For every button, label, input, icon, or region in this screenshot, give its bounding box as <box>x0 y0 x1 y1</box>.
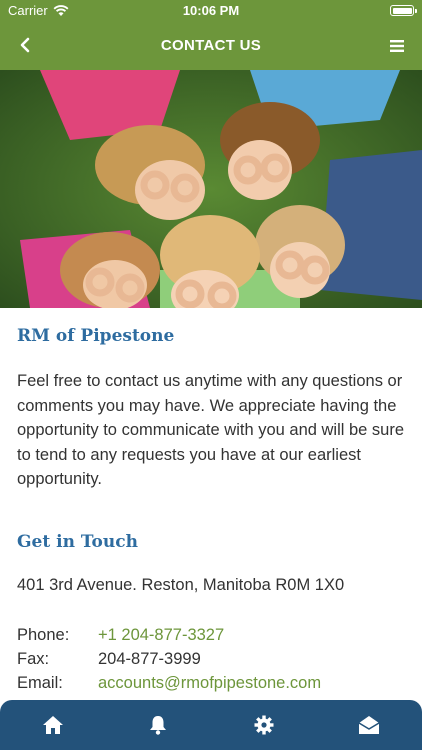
org-name-heading: RM of Pipestone <box>17 326 175 346</box>
hamburger-icon <box>390 40 404 52</box>
email-label: Email: <box>17 674 63 692</box>
home-icon <box>42 716 63 734</box>
tab-bar <box>0 700 422 750</box>
hero-image <box>0 70 422 308</box>
mail-open-icon <box>358 716 380 734</box>
tab-contact[interactable] <box>349 705 389 745</box>
battery-icon <box>390 5 417 16</box>
tab-settings[interactable] <box>244 705 284 745</box>
phone-link[interactable]: +1 204-877-3327 <box>98 626 224 645</box>
gear-icon <box>254 715 274 735</box>
get-in-touch-heading: Get in Touch <box>17 532 138 552</box>
page-title: CONTACT US <box>160 37 262 54</box>
kids-photo <box>0 70 422 308</box>
address-text: 401 3rd Avenue. Reston, Manitoba R0M 1X0 <box>17 576 345 594</box>
bell-icon <box>150 716 167 735</box>
status-bar: Carrier 10:06 PM <box>0 0 422 21</box>
intro-text: Feel free to contact us anytime with any… <box>17 372 405 488</box>
fax-row: Fax: 204-877-3999 <box>17 650 201 669</box>
fax-value: 204-877-3999 <box>98 650 201 668</box>
chevron-left-icon <box>20 37 30 53</box>
email-row: Email: accounts@rmofpipestone.com <box>17 674 321 693</box>
tab-home[interactable] <box>33 705 73 745</box>
tab-notifications[interactable] <box>138 705 178 745</box>
fax-label: Fax: <box>17 650 50 668</box>
nav-bar: CONTACT US <box>0 21 422 70</box>
status-time: 10:06 PM <box>182 3 240 18</box>
phone-row: Phone: +1 204-877-3327 <box>17 626 224 645</box>
phone-label: Phone: <box>17 626 70 644</box>
email-link[interactable]: accounts@rmofpipestone.com <box>98 674 321 693</box>
menu-button[interactable] <box>384 33 410 59</box>
back-button[interactable] <box>10 31 40 59</box>
